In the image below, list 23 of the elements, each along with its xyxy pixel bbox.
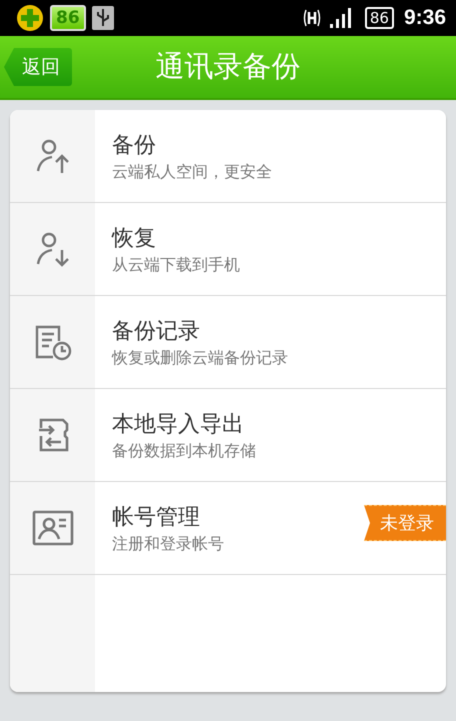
usb-icon [92, 6, 114, 30]
menu-item[interactable]: 帐号管理 注册和登录帐号 未登录 [10, 482, 446, 575]
item-subtitle: 恢复或删除云端备份记录 [112, 348, 289, 368]
item-subtitle: 注册和登录帐号 [112, 534, 225, 554]
item-title: 恢复 [112, 224, 157, 252]
item-subtitle: 云端私人空间，更安全 [112, 162, 273, 182]
plus-logo-icon [16, 4, 44, 32]
menu-item[interactable]: 恢复 从云端下载到手机 [10, 203, 446, 296]
item-title: 帐号管理 [112, 504, 201, 532]
item-subtitle: 备份数据到本机存储 [112, 440, 257, 462]
page-title: 通讯录备份 [156, 48, 300, 85]
status-ribbon: 未登录 [364, 505, 446, 541]
menu-item[interactable]: 备份记录 恢复或删除云端备份记录 [10, 296, 446, 389]
item-title: 备份记录 [112, 318, 201, 346]
battery-level-badge: 86 [50, 5, 86, 31]
clock-time: 9:36 [404, 6, 446, 30]
item-title: 本地导入导出 [112, 410, 245, 438]
item-subtitle: 从云端下载到手机 [112, 254, 241, 276]
battery-indicator: 86 [364, 7, 394, 29]
menu-item[interactable]: 备份 云端私人空间，更安全 [10, 110, 446, 203]
id-card-icon [32, 509, 74, 547]
item-title: 备份 [112, 132, 157, 160]
menu-item[interactable]: 本地导入导出 备份数据到本机存储 [10, 389, 446, 482]
